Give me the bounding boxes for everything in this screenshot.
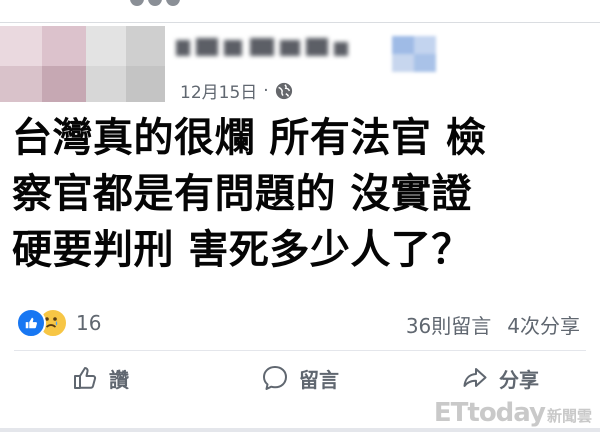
meta-separator: · [263,80,269,101]
comment-label: 留言 [299,367,339,392]
divider [14,350,586,351]
author-name-redacted[interactable] [172,34,372,60]
thumbs-up-icon [74,367,97,389]
like-label: 讚 [109,367,129,392]
post-stats: 36則留言 4次分享 [406,310,580,339]
share-button[interactable]: 分享 [400,358,600,398]
comment-button[interactable]: 留言 [200,358,400,398]
post-date[interactable]: 12月15日 [180,78,257,103]
share-count[interactable]: 4次分享 [507,310,580,339]
post-meta: 12月15日 · [180,78,293,103]
globe-icon [275,82,292,99]
action-bar: 讚 留言 分享 [0,358,600,398]
share-label: 分享 [499,367,539,392]
author-avatar[interactable] [0,26,165,102]
share-arrow-icon [463,368,487,387]
watermark-brand: ETtoday [433,398,546,428]
ettoday-watermark: ETtoday 新聞雲 [434,398,592,428]
comment-bubble-icon [263,366,287,390]
divider [0,428,600,432]
post-text: 台灣真的很爛 所有法官 檢 察官都是有問題的 沒實證 硬要判刑 害死多少人了？ [12,115,487,273]
watermark-brand-cn: 新聞雲 [546,407,592,425]
like-reaction-icon [16,308,46,338]
reactions-summary[interactable]: 16 [16,308,101,338]
redacted-badge [392,36,438,72]
like-button[interactable]: 讚 [0,358,200,398]
divider [0,22,600,23]
reaction-count: 16 [76,311,102,335]
comment-count[interactable]: 36則留言 [406,310,491,339]
cropped-avatars-row [130,0,220,6]
